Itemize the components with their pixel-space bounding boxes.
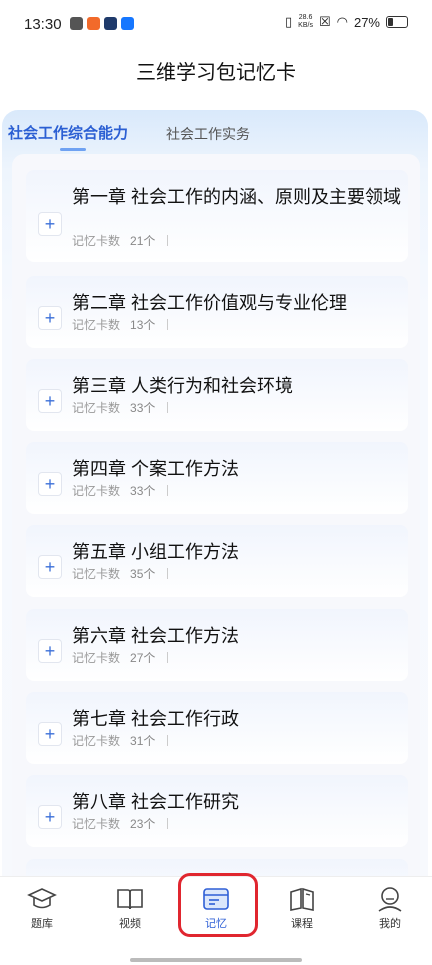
add-icon[interactable]: + bbox=[38, 805, 62, 829]
card-count-label: 记忆卡数 bbox=[72, 817, 121, 831]
card-count-label: 记忆卡数 bbox=[72, 234, 121, 248]
add-icon[interactable]: + bbox=[38, 472, 62, 496]
add-icon[interactable]: + bbox=[38, 639, 62, 663]
card-meta: 记忆卡数 31个 bbox=[72, 732, 169, 749]
divider bbox=[167, 568, 169, 579]
wifi-icon: ◠ bbox=[336, 14, 348, 29]
chapter-title: 第一章 社会工作的内涵、原则及主要领域 bbox=[72, 187, 401, 207]
chapter-card[interactable]: 第五章 小组工作方法 + 记忆卡数 35个 bbox=[26, 525, 408, 597]
nav-label: 我的 bbox=[379, 918, 401, 930]
chapter-card[interactable]: 第三章 人类行为和社会环境 + 记忆卡数 33个 bbox=[26, 359, 408, 431]
card-meta: 记忆卡数 21个 bbox=[72, 232, 169, 249]
battery-icon bbox=[386, 16, 408, 28]
content-panel: 社会工作综合能力 社会工作实务 第一章 社会工作的内涵、原则及主要领域 + 记忆… bbox=[2, 110, 428, 900]
card-count: 27个 bbox=[130, 651, 156, 665]
bottom-nav: 题库 视频 记忆 课程 我的 bbox=[0, 873, 432, 965]
chapter-title: 第四章 个案工作方法 bbox=[72, 459, 240, 479]
user-icon bbox=[378, 887, 402, 912]
card-meta: 记忆卡数 13个 bbox=[72, 316, 169, 333]
book-icon bbox=[290, 887, 314, 911]
add-icon[interactable]: + bbox=[38, 389, 62, 413]
chapter-card[interactable]: 第八章 社会工作研究 + 记忆卡数 23个 bbox=[26, 775, 408, 847]
chapter-list[interactable]: 第一章 社会工作的内涵、原则及主要领域 + 记忆卡数 21个 第二章 社会工作价… bbox=[12, 154, 420, 900]
card-meta: 记忆卡数 35个 bbox=[72, 565, 169, 582]
card-count: 23个 bbox=[130, 817, 156, 831]
card-count-label: 记忆卡数 bbox=[72, 567, 121, 581]
add-icon[interactable]: + bbox=[38, 555, 62, 579]
add-icon[interactable]: + bbox=[38, 722, 62, 746]
card-meta: 记忆卡数 23个 bbox=[72, 815, 169, 832]
add-icon[interactable]: + bbox=[38, 212, 62, 236]
card-meta: 记忆卡数 33个 bbox=[72, 482, 169, 499]
nav-mine[interactable]: 我的 bbox=[360, 885, 420, 931]
close-box-icon: ☒ bbox=[318, 14, 331, 29]
divider bbox=[167, 235, 169, 246]
card-count-label: 记忆卡数 bbox=[72, 318, 121, 332]
divider bbox=[167, 485, 169, 496]
card-count-label: 记忆卡数 bbox=[72, 651, 121, 665]
divider bbox=[167, 319, 169, 330]
battery-percent: 27% bbox=[353, 14, 380, 30]
nav-label: 课程 bbox=[291, 918, 313, 930]
card-icon bbox=[203, 888, 229, 910]
tab-bar: 社会工作综合能力 社会工作实务 bbox=[2, 110, 428, 154]
divider bbox=[167, 402, 169, 413]
chapter-title: 第八章 社会工作研究 bbox=[72, 792, 240, 812]
nav-question-bank[interactable]: 题库 bbox=[12, 885, 72, 931]
app-icon-4 bbox=[121, 17, 134, 30]
status-right: ▯ 28.6 KB/s ☒ ◠ 27% bbox=[285, 14, 408, 30]
status-app-icons bbox=[70, 17, 134, 30]
net-speed: 28.6 KB/s bbox=[298, 14, 313, 29]
chapter-title: 第二章 社会工作价值观与专业伦理 bbox=[72, 293, 347, 313]
page-title: 三维学习包记忆卡 bbox=[136, 62, 296, 84]
card-meta: 记忆卡数 33个 bbox=[72, 399, 169, 416]
chapter-card[interactable]: 第二章 社会工作价值观与专业伦理 + 记忆卡数 13个 bbox=[26, 276, 408, 348]
vibrate-icon: ▯ bbox=[285, 14, 293, 29]
card-meta: 记忆卡数 27个 bbox=[72, 649, 169, 666]
chapter-title: 第五章 小组工作方法 bbox=[72, 542, 240, 562]
tab-comprehensive-ability[interactable]: 社会工作综合能力 bbox=[8, 122, 128, 151]
app-icon-2 bbox=[87, 17, 100, 30]
book-open-icon bbox=[117, 889, 143, 910]
graduation-cap-icon bbox=[27, 888, 57, 909]
home-indicator[interactable] bbox=[130, 958, 302, 962]
nav-video[interactable]: 视频 bbox=[100, 885, 160, 931]
app-icon-3 bbox=[104, 17, 117, 30]
status-bar: 13:30 ▯ 28.6 KB/s ☒ ◠ 27% bbox=[0, 0, 432, 50]
card-count: 31个 bbox=[130, 734, 156, 748]
chapter-title: 第六章 社会工作方法 bbox=[72, 626, 240, 646]
card-count: 13个 bbox=[130, 318, 156, 332]
card-count: 33个 bbox=[130, 484, 156, 498]
app-icon-1 bbox=[70, 17, 83, 30]
nav-memory[interactable]: 记忆 bbox=[186, 885, 246, 931]
nav-label: 记忆 bbox=[205, 918, 227, 930]
divider bbox=[167, 818, 169, 829]
nav-label: 题库 bbox=[31, 918, 53, 930]
card-count-label: 记忆卡数 bbox=[72, 484, 121, 498]
chapter-title: 第七章 社会工作行政 bbox=[72, 709, 240, 729]
card-count-label: 记忆卡数 bbox=[72, 734, 121, 748]
card-count: 21个 bbox=[130, 234, 156, 248]
chapter-card[interactable]: 第一章 社会工作的内涵、原则及主要领域 + 记忆卡数 21个 bbox=[26, 170, 408, 262]
card-count: 33个 bbox=[130, 401, 156, 415]
chapter-card[interactable]: 第七章 社会工作行政 + 记忆卡数 31个 bbox=[26, 692, 408, 764]
tab-practice[interactable]: 社会工作实务 bbox=[166, 124, 250, 144]
add-icon[interactable]: + bbox=[38, 306, 62, 330]
chapter-card[interactable]: 第六章 社会工作方法 + 记忆卡数 27个 bbox=[26, 609, 408, 681]
chapter-card[interactable]: 第四章 个案工作方法 + 记忆卡数 33个 bbox=[26, 442, 408, 514]
nav-course[interactable]: 课程 bbox=[272, 885, 332, 931]
divider bbox=[167, 652, 169, 663]
card-count-label: 记忆卡数 bbox=[72, 401, 121, 415]
nav-label: 视频 bbox=[119, 918, 141, 930]
card-count: 35个 bbox=[130, 567, 156, 581]
divider bbox=[167, 735, 169, 746]
chapter-title: 第三章 人类行为和社会环境 bbox=[72, 376, 293, 396]
status-time: 13:30 bbox=[24, 16, 62, 33]
